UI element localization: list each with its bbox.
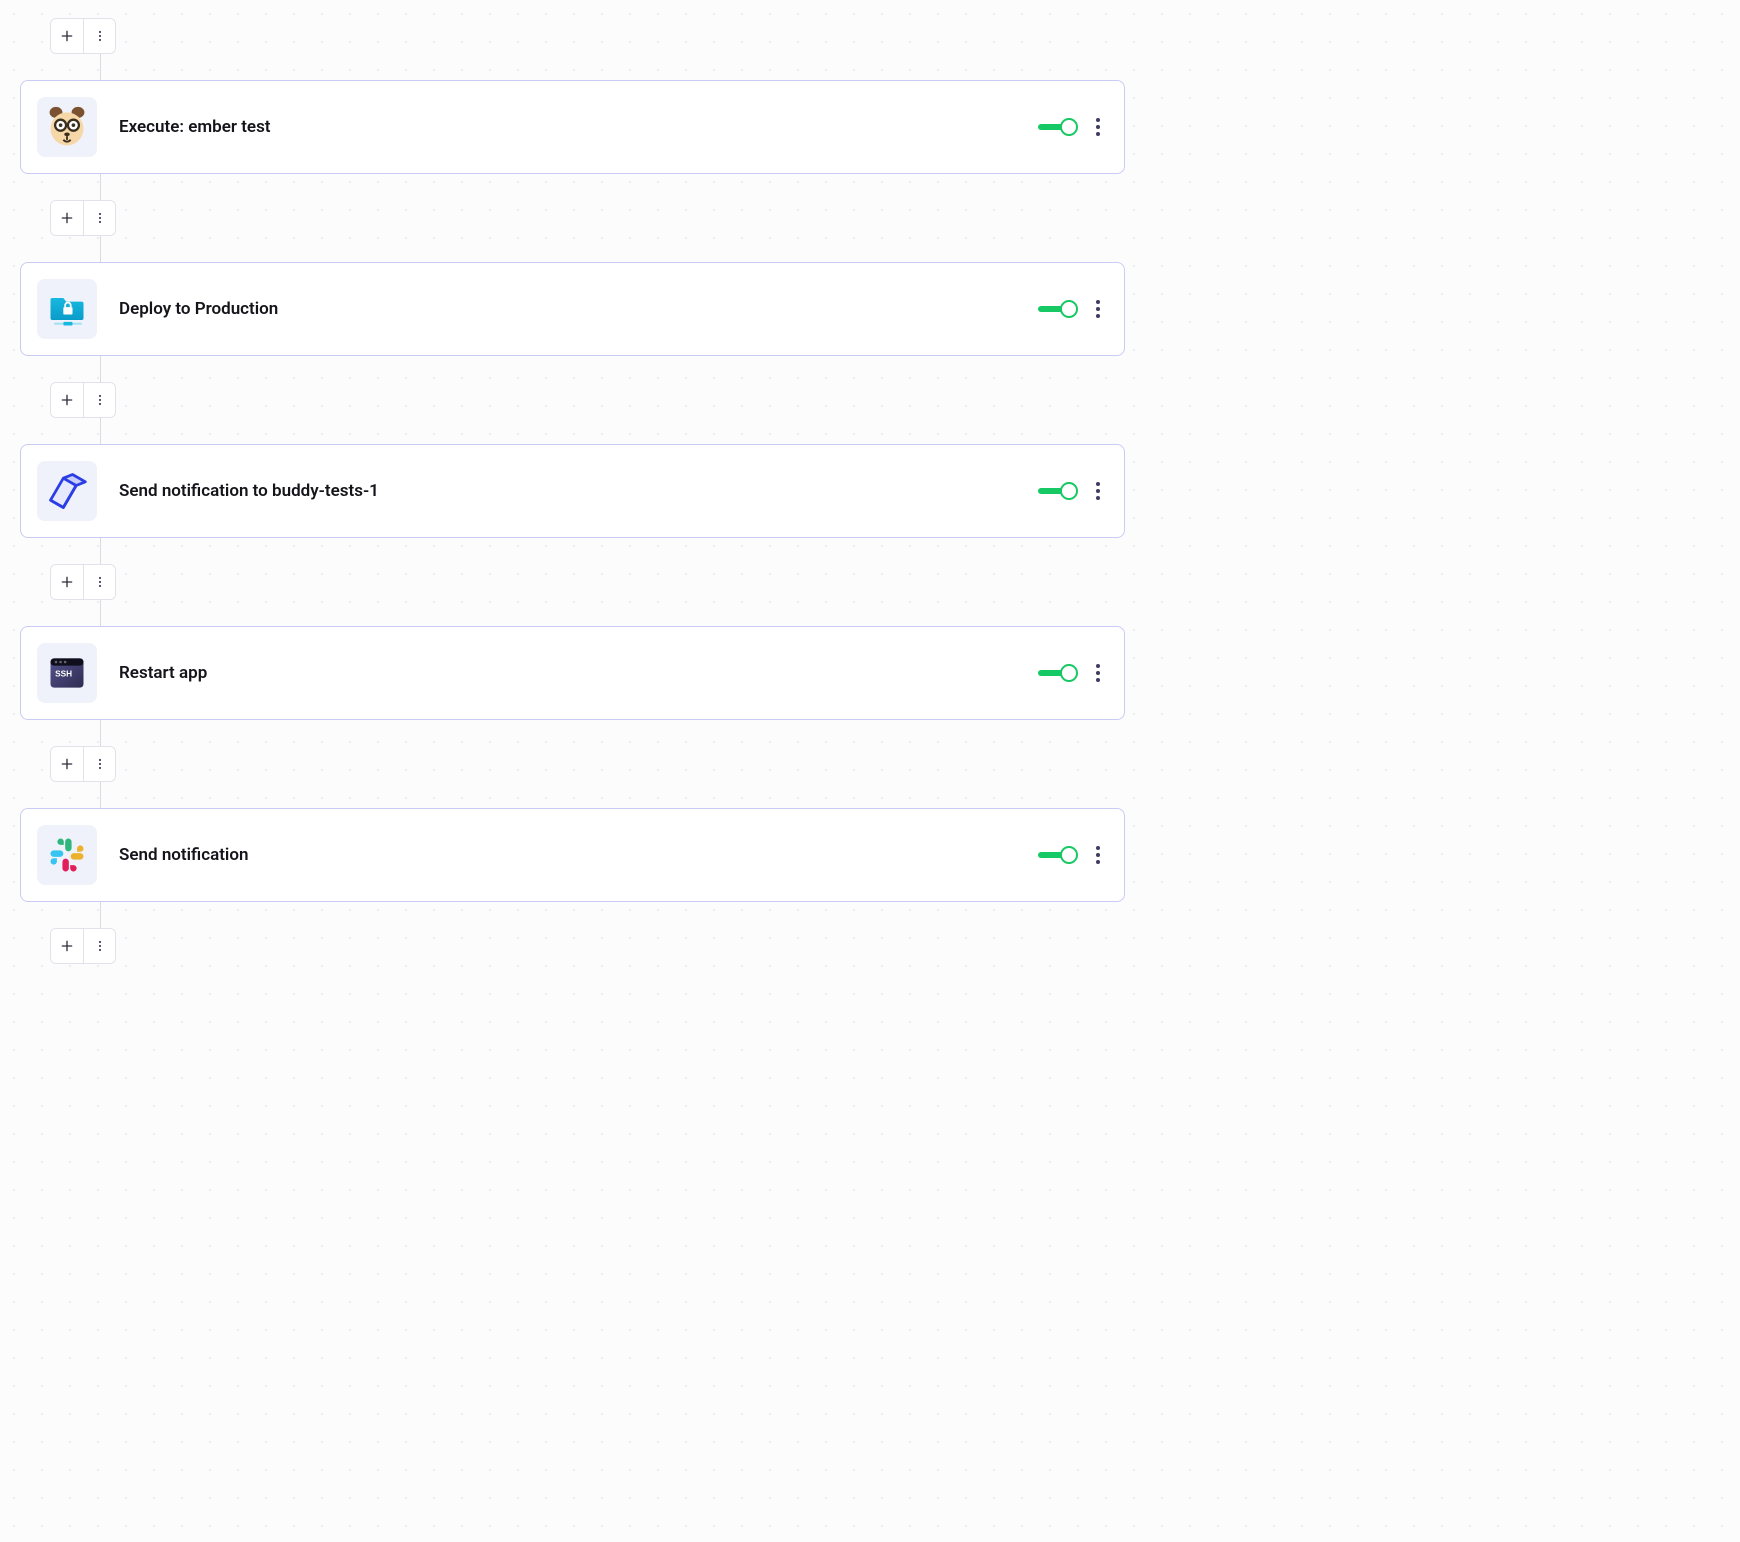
connector-button-group bbox=[50, 18, 116, 54]
slack-icon bbox=[37, 825, 97, 885]
connector-button-group bbox=[50, 382, 116, 418]
sftp-upload-icon bbox=[37, 279, 97, 339]
step-enabled-toggle[interactable] bbox=[1038, 845, 1078, 865]
kebab-icon bbox=[92, 574, 108, 590]
plus-icon bbox=[59, 28, 75, 44]
step-title: Send notification to buddy-tests-1 bbox=[119, 481, 1016, 501]
step-card-slack-notify[interactable]: Send notification bbox=[20, 808, 1125, 902]
plus-icon bbox=[59, 210, 75, 226]
connector-menu-button[interactable] bbox=[83, 19, 115, 53]
step-actions bbox=[1038, 294, 1104, 324]
add-step-button[interactable] bbox=[51, 383, 83, 417]
step-actions bbox=[1038, 840, 1104, 870]
connector-button-group bbox=[50, 928, 116, 964]
plus-icon bbox=[59, 938, 75, 954]
connector-line bbox=[100, 782, 1125, 808]
kebab-icon bbox=[92, 756, 108, 772]
step-actions bbox=[1038, 658, 1104, 688]
connector-row bbox=[50, 928, 1125, 964]
step-menu-button[interactable] bbox=[1092, 112, 1104, 142]
kebab-icon bbox=[92, 28, 108, 44]
step-actions bbox=[1038, 112, 1104, 142]
connector-button-group bbox=[50, 746, 116, 782]
step-title: Restart app bbox=[119, 663, 1016, 683]
step-title: Send notification bbox=[119, 845, 1016, 865]
connector-menu-button[interactable] bbox=[83, 929, 115, 963]
ember-icon bbox=[37, 97, 97, 157]
connector-row bbox=[50, 18, 1125, 54]
connector-menu-button[interactable] bbox=[83, 383, 115, 417]
step-menu-button[interactable] bbox=[1092, 294, 1104, 324]
add-step-button[interactable] bbox=[51, 201, 83, 235]
kebab-icon bbox=[92, 392, 108, 408]
svg-text:SSH: SSH bbox=[55, 670, 72, 679]
kebab-icon bbox=[92, 210, 108, 226]
connector-line bbox=[100, 54, 1125, 80]
connector-row bbox=[50, 746, 1125, 782]
plus-icon bbox=[59, 756, 75, 772]
step-title: Execute: ember test bbox=[119, 117, 1016, 137]
add-step-button[interactable] bbox=[51, 19, 83, 53]
plus-icon bbox=[59, 574, 75, 590]
step-card-ember-test[interactable]: Execute: ember test bbox=[20, 80, 1125, 174]
step-enabled-toggle[interactable] bbox=[1038, 117, 1078, 137]
connector-line bbox=[100, 538, 1125, 564]
connector-line bbox=[100, 600, 1125, 626]
add-step-button[interactable] bbox=[51, 565, 83, 599]
step-card-notify-channel[interactable]: Send notification to buddy-tests-1 bbox=[20, 444, 1125, 538]
step-actions bbox=[1038, 476, 1104, 506]
connector-line bbox=[100, 174, 1125, 200]
step-title: Deploy to Production bbox=[119, 299, 1016, 319]
connector-menu-button[interactable] bbox=[83, 201, 115, 235]
step-menu-button[interactable] bbox=[1092, 476, 1104, 506]
connector-row bbox=[50, 564, 1125, 600]
step-menu-button[interactable] bbox=[1092, 658, 1104, 688]
step-enabled-toggle[interactable] bbox=[1038, 663, 1078, 683]
ssh-terminal-icon: SSH bbox=[37, 643, 97, 703]
add-step-button[interactable] bbox=[51, 929, 83, 963]
connector-line bbox=[100, 418, 1125, 444]
connector-menu-button[interactable] bbox=[83, 565, 115, 599]
connector-row bbox=[50, 200, 1125, 236]
add-step-button[interactable] bbox=[51, 747, 83, 781]
prism-notification-icon bbox=[37, 461, 97, 521]
connector-line bbox=[100, 902, 1125, 928]
connector-button-group bbox=[50, 564, 116, 600]
pipeline: Execute: ember test bbox=[20, 18, 1125, 964]
step-card-restart-app[interactable]: SSH Restart app bbox=[20, 626, 1125, 720]
connector-menu-button[interactable] bbox=[83, 747, 115, 781]
kebab-icon bbox=[92, 938, 108, 954]
plus-icon bbox=[59, 392, 75, 408]
step-menu-button[interactable] bbox=[1092, 840, 1104, 870]
step-enabled-toggle[interactable] bbox=[1038, 481, 1078, 501]
connector-row bbox=[50, 382, 1125, 418]
connector-line bbox=[100, 356, 1125, 382]
connector-line bbox=[100, 236, 1125, 262]
step-enabled-toggle[interactable] bbox=[1038, 299, 1078, 319]
step-card-deploy-prod[interactable]: Deploy to Production bbox=[20, 262, 1125, 356]
connector-button-group bbox=[50, 200, 116, 236]
connector-line bbox=[100, 720, 1125, 746]
